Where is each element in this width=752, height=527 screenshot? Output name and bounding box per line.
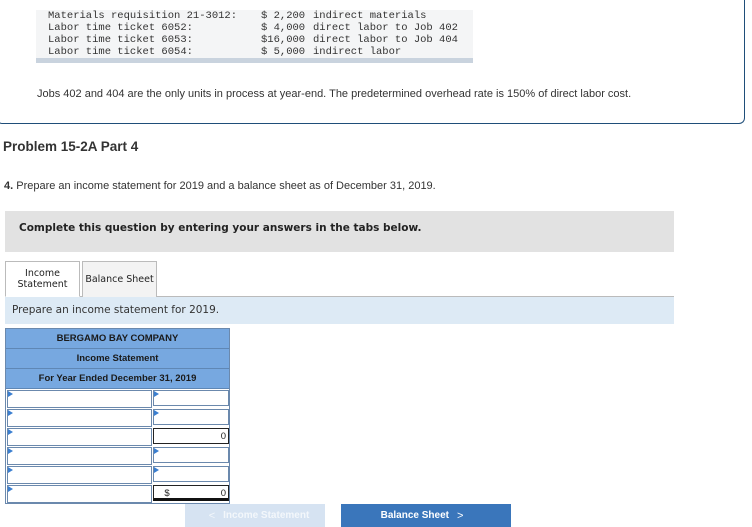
subtotal-value: 0 <box>153 428 229 444</box>
amount-input[interactable] <box>153 466 229 482</box>
dropdown-flag-icon <box>8 486 13 492</box>
statement-title: Income Statement <box>6 349 229 369</box>
complete-banner-text: Complete this question by entering your … <box>19 222 422 234</box>
transaction-description: direct labor to Job 402 <box>313 22 458 34</box>
transaction-label: Labor time ticket 6053: <box>48 34 193 46</box>
tab-description: Prepare an income statement for 2019. <box>5 297 674 324</box>
statement-period: For Year Ended December 31, 2019 <box>6 369 229 389</box>
transaction-row: Labor time ticket 6052: $ 4,000 direct l… <box>36 22 473 34</box>
transaction-description: indirect materials <box>313 10 427 22</box>
dropdown-flag-icon <box>8 467 13 473</box>
transaction-label: Materials requisition 21-3012: <box>48 10 238 22</box>
account-dropdown[interactable] <box>7 428 153 446</box>
next-tab-label: Balance Sheet <box>380 510 449 521</box>
complete-banner: Complete this question by entering your … <box>5 211 674 252</box>
transaction-row: Labor time ticket 6054: $ 5,000 indirect… <box>36 46 473 58</box>
tab-income-statement[interactable]: Income Statement <box>5 261 80 297</box>
transaction-label: Labor time ticket 6052: <box>48 22 193 34</box>
instruction-number: 4. <box>4 180 14 192</box>
instruction: 4. Prepare an income statement for 2019 … <box>4 180 436 192</box>
tab-label: Balance Sheet <box>85 274 154 285</box>
dropdown-flag-icon <box>8 391 13 397</box>
tab-balance-sheet[interactable]: Balance Sheet <box>82 261 157 297</box>
prev-tab-button[interactable]: < Income Statement <box>185 504 325 527</box>
company-name: BERGAMO BAY COMPANY <box>6 329 229 349</box>
income-statement-form: BERGAMO BAY COMPANY Income Statement For… <box>5 328 230 504</box>
dropdown-flag-icon <box>154 467 160 473</box>
part-title: Problem 15-2A Part 4 <box>3 139 139 154</box>
net-income-value: $0 <box>153 485 229 501</box>
transaction-label: Labor time ticket 6054: <box>48 46 193 58</box>
transaction-row: Materials requisition 21-3012: $ 2,200 i… <box>36 10 473 22</box>
dropdown-flag-icon <box>8 448 13 454</box>
dropdown-flag-icon <box>8 429 13 435</box>
statement-row: 0 <box>6 427 229 446</box>
amount-input[interactable] <box>153 390 229 406</box>
problem-note: Jobs 402 and 404 are the only units in p… <box>37 88 632 100</box>
statement-row: $0 <box>6 484 229 503</box>
dropdown-flag-icon <box>154 410 160 416</box>
transaction-amount: $ 2,200 <box>261 10 306 22</box>
chevron-left-icon: < <box>208 509 216 522</box>
statement-row <box>6 389 229 408</box>
transaction-row: Labor time ticket 6053: $16,000 direct l… <box>36 34 473 46</box>
account-dropdown[interactable] <box>7 409 153 427</box>
transaction-amount: $ 4,000 <box>261 22 306 34</box>
next-tab-button[interactable]: Balance Sheet > <box>341 504 511 527</box>
dropdown-flag-icon <box>8 410 13 416</box>
chevron-right-icon: > <box>456 509 464 522</box>
account-dropdown[interactable] <box>7 447 153 465</box>
statement-row <box>6 446 229 465</box>
dollar-sign: $ <box>164 488 170 499</box>
statement-row <box>6 408 229 427</box>
dropdown-flag-icon <box>154 391 160 397</box>
transaction-description: direct labor to Job 404 <box>313 34 458 46</box>
account-dropdown[interactable] <box>7 466 153 484</box>
tab-bar: Income Statement Balance Sheet <box>5 261 157 297</box>
dropdown-flag-icon <box>154 448 160 454</box>
instruction-text: Prepare an income statement for 2019 and… <box>13 180 436 192</box>
amount-input[interactable] <box>153 409 229 425</box>
amount-input[interactable] <box>153 447 229 463</box>
tab-description-text: Prepare an income statement for 2019. <box>12 304 220 316</box>
transactions-table: Materials requisition 21-3012: $ 2,200 i… <box>36 10 473 63</box>
prev-tab-label: Income Statement <box>223 510 310 521</box>
statement-row <box>6 465 229 484</box>
account-dropdown[interactable] <box>7 485 153 503</box>
tab-label: Income Statement <box>17 268 68 290</box>
transaction-description: indirect labor <box>313 46 402 58</box>
transaction-amount: $16,000 <box>261 34 306 46</box>
transaction-amount: $ 5,000 <box>261 46 306 58</box>
account-dropdown[interactable] <box>7 390 153 408</box>
